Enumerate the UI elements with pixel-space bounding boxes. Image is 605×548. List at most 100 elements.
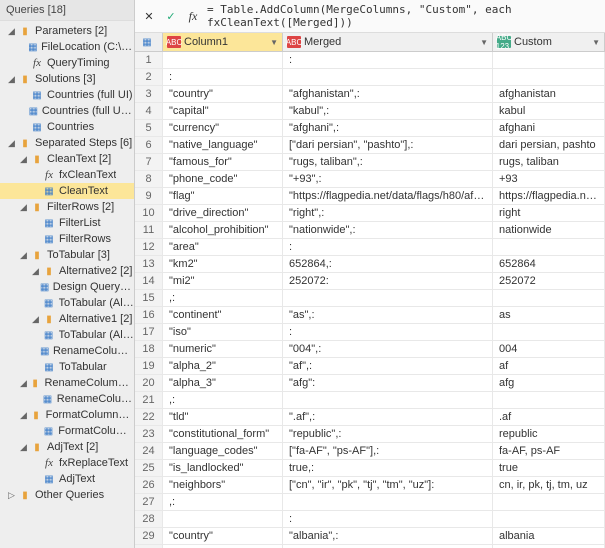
- column-header-column1[interactable]: ABC Column1 ▼: [163, 33, 283, 51]
- cell[interactable]: true,:: [283, 460, 493, 476]
- cell[interactable]: "nationwide",:: [283, 222, 493, 238]
- tree-item[interactable]: ▦AdjText: [0, 471, 134, 487]
- cell[interactable]: ["dari persian", "pashto"],:: [283, 137, 493, 153]
- cell[interactable]: rugs, taliban: [493, 154, 605, 170]
- cell[interactable]: "004",:: [283, 341, 493, 357]
- cell[interactable]: "alpha_2": [163, 358, 283, 374]
- toggle-icon[interactable]: ▷: [8, 490, 18, 501]
- tree-item[interactable]: ◢▮FormatColumns [1]: [0, 407, 134, 423]
- table-row[interactable]: 20"alpha_3""afg":afg: [135, 375, 605, 392]
- cell[interactable]: [493, 290, 605, 306]
- cell[interactable]: [493, 239, 605, 255]
- cell[interactable]: "right",:: [283, 205, 493, 221]
- cell[interactable]: "rugs, taliban",:: [283, 154, 493, 170]
- cell[interactable]: "constitutional_form": [163, 426, 283, 442]
- tree-item[interactable]: ▦RenameColumns (A...: [0, 343, 134, 359]
- cell[interactable]: "mi2": [163, 273, 283, 289]
- table-row[interactable]: 29"country""albania",:albania: [135, 528, 605, 545]
- cell[interactable]: "iso": [163, 324, 283, 340]
- table-row[interactable]: 9"flag""https://flagpedia.net/data/flags…: [135, 188, 605, 205]
- tree-item[interactable]: ▦FormatColumns: [0, 423, 134, 439]
- cell[interactable]: "numeric": [163, 341, 283, 357]
- tree-item[interactable]: ◢▮CleanText [2]: [0, 151, 134, 167]
- toggle-icon[interactable]: ◢: [20, 154, 30, 165]
- cell[interactable]: [493, 69, 605, 85]
- table-row[interactable]: 23"constitutional_form""republic",:repub…: [135, 426, 605, 443]
- tree-item[interactable]: ◢▮AdjText [2]: [0, 439, 134, 455]
- toggle-icon[interactable]: ◢: [32, 314, 42, 325]
- dropdown-icon[interactable]: ▼: [270, 38, 278, 47]
- cell[interactable]: dari persian, pashto: [493, 137, 605, 153]
- cell[interactable]: "af",:: [283, 358, 493, 374]
- cell[interactable]: [493, 324, 605, 340]
- cell[interactable]: "republic",:: [283, 426, 493, 442]
- tree-item[interactable]: fxQueryTiming: [0, 55, 134, 71]
- tree-item[interactable]: fxfxReplaceText: [0, 455, 134, 471]
- tree-item[interactable]: ◢▮Parameters [2]: [0, 23, 134, 39]
- cell[interactable]: fa-AF, ps-AF: [493, 443, 605, 459]
- tree-item[interactable]: ▦Design Query_Trans...: [0, 279, 134, 295]
- table-row[interactable]: 15,:: [135, 290, 605, 307]
- cancel-icon[interactable]: ✕: [141, 8, 157, 24]
- cell[interactable]: :: [283, 52, 493, 68]
- cell[interactable]: [283, 392, 493, 408]
- formula-text[interactable]: = Table.AddColumn(MergeColumns, "Custom"…: [207, 3, 599, 29]
- tree-item[interactable]: ◢▮RenameColumns [1]: [0, 375, 134, 391]
- tree-item[interactable]: ▦ToTabular (Alt2): [0, 295, 134, 311]
- column-header-merged[interactable]: ABC Merged ▼: [283, 33, 493, 51]
- cell[interactable]: [493, 511, 605, 527]
- table-row[interactable]: 24"language_codes"["fa-AF", "ps-AF"],:fa…: [135, 443, 605, 460]
- table-row[interactable]: 12"area":: [135, 239, 605, 256]
- tree-item[interactable]: ▦FilterList: [0, 215, 134, 231]
- cell[interactable]: [493, 392, 605, 408]
- tree-item[interactable]: ▦FileLocation (C:\Users\l...: [0, 39, 134, 55]
- cell[interactable]: "as",:: [283, 307, 493, 323]
- tree-item[interactable]: ▦Countries: [0, 119, 134, 135]
- cell[interactable]: .af: [493, 409, 605, 425]
- tree-item[interactable]: ◢▮Solutions [3]: [0, 71, 134, 87]
- tree-item[interactable]: ◢▮ToTabular [3]: [0, 247, 134, 263]
- table-row[interactable]: 22"tld"".af",:.af: [135, 409, 605, 426]
- row-number-header[interactable]: ▦: [135, 33, 163, 51]
- table-row[interactable]: 5"currency""afghani",:afghani: [135, 120, 605, 137]
- toggle-icon[interactable]: ◢: [8, 74, 18, 85]
- cell[interactable]: 652864,:: [283, 256, 493, 272]
- table-row[interactable]: 7"famous_for""rugs, taliban",:rugs, tali…: [135, 154, 605, 171]
- cell[interactable]: [283, 494, 493, 510]
- toggle-icon[interactable]: ◢: [20, 410, 29, 421]
- cell[interactable]: [283, 290, 493, 306]
- data-grid[interactable]: 1:2:3"country""afghanistan",:afghanistan…: [135, 52, 605, 548]
- cell[interactable]: nationwide: [493, 222, 605, 238]
- cell[interactable]: "country": [163, 86, 283, 102]
- toggle-icon[interactable]: ◢: [20, 378, 29, 389]
- table-row[interactable]: 11"alcohol_prohibition""nationwide",:nat…: [135, 222, 605, 239]
- cell[interactable]: "continent": [163, 307, 283, 323]
- toggle-icon[interactable]: ◢: [8, 138, 18, 149]
- tree-item[interactable]: ◢▮Separated Steps [6]: [0, 135, 134, 151]
- cell[interactable]: true: [493, 460, 605, 476]
- cell[interactable]: "country": [163, 528, 283, 544]
- toggle-icon[interactable]: ◢: [8, 26, 18, 37]
- table-row[interactable]: 28:: [135, 511, 605, 528]
- cell[interactable]: "native_language": [163, 137, 283, 153]
- fx-icon[interactable]: fx: [185, 8, 201, 24]
- cell[interactable]: ,:: [163, 392, 283, 408]
- cell[interactable]: 252072:: [283, 273, 493, 289]
- cell[interactable]: 652864: [493, 256, 605, 272]
- cell[interactable]: "+93",:: [283, 171, 493, 187]
- tree-item[interactable]: ▦Countries (full UI): [0, 87, 134, 103]
- tree-item[interactable]: ◢▮Alternative1 [2]: [0, 311, 134, 327]
- cell[interactable]: ["fa-AF", "ps-AF"],:: [283, 443, 493, 459]
- cell[interactable]: ,:: [163, 290, 283, 306]
- table-row[interactable]: 1:: [135, 52, 605, 69]
- table-row[interactable]: 8"phone_code""+93",:+93: [135, 171, 605, 188]
- cell[interactable]: :: [283, 324, 493, 340]
- toggle-icon[interactable]: ◢: [20, 202, 30, 213]
- cell[interactable]: "area": [163, 239, 283, 255]
- cell[interactable]: afg: [493, 375, 605, 391]
- toggle-icon[interactable]: ◢: [20, 250, 30, 261]
- table-row[interactable]: 25"is_landlocked"true,:true: [135, 460, 605, 477]
- table-row[interactable]: 21,:: [135, 392, 605, 409]
- dropdown-icon[interactable]: ▼: [592, 38, 600, 47]
- tree-item[interactable]: ▷▮Other Queries: [0, 487, 134, 503]
